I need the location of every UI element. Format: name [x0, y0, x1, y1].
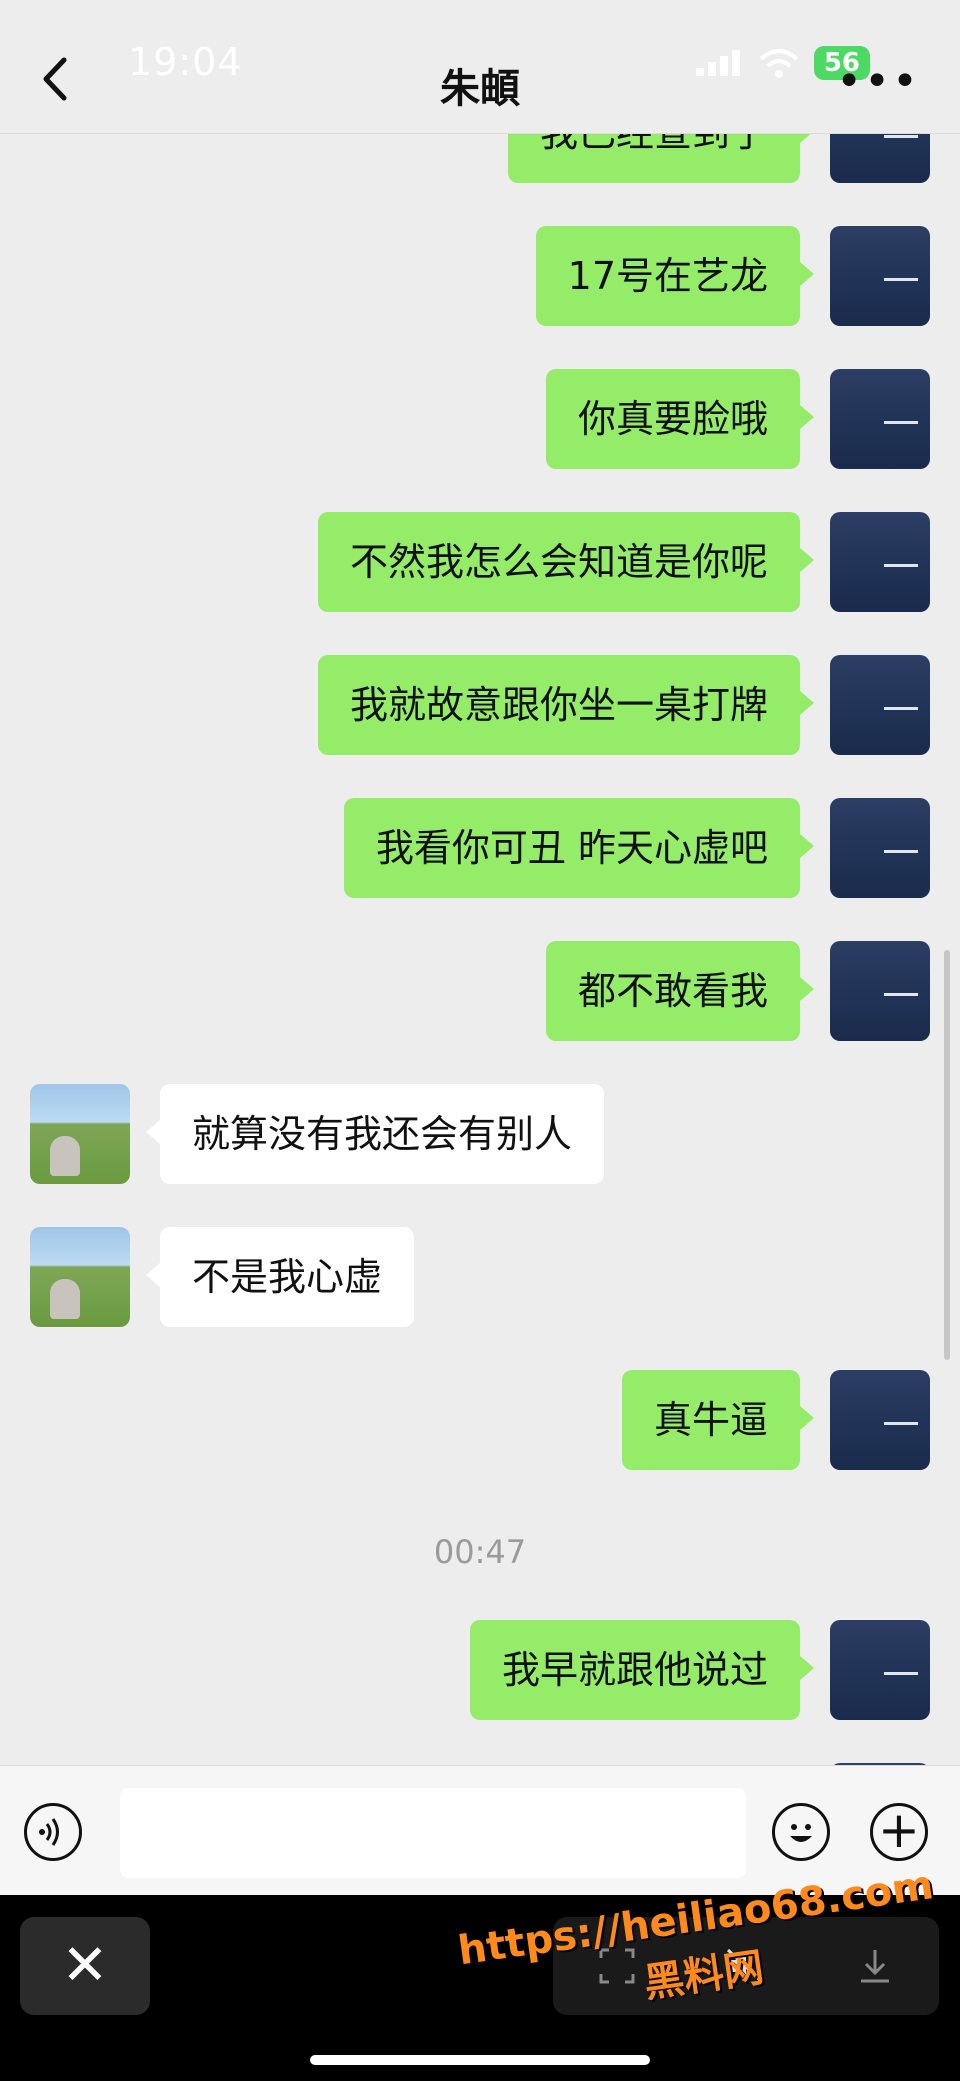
home-indicator[interactable] [310, 2055, 650, 2065]
contact-avatar[interactable] [30, 1084, 130, 1184]
message-timestamp: 00:47 [433, 1533, 527, 1571]
message-row: 我看你可丑 昨天心虚吧 [0, 798, 960, 898]
message-bubble[interactable]: 都不敢看我 [545, 941, 815, 1041]
close-button[interactable]: ✕ [20, 1917, 150, 2015]
message-bubble[interactable]: 真牛逼 [621, 1370, 815, 1470]
more-functions-button[interactable]: + [870, 1803, 928, 1861]
message-row: 我早就跟他说过 [0, 1620, 960, 1720]
message-row: 我就故意跟你坐一桌打牌 [0, 655, 960, 755]
my-avatar[interactable] [830, 1620, 930, 1720]
my-avatar[interactable] [830, 655, 930, 755]
my-avatar[interactable] [830, 512, 930, 612]
my-avatar[interactable] [830, 369, 930, 469]
input-bar: + [0, 1765, 960, 1896]
my-avatar[interactable] [830, 798, 930, 898]
message-row: 就算没有我还会有别人 [0, 1084, 960, 1184]
emoji-button[interactable] [772, 1803, 830, 1861]
message-bubble[interactable]: 不是我心虚 [145, 1227, 415, 1327]
message-bubble[interactable]: 我看你可丑 昨天心虚吧 [343, 798, 815, 898]
wifi-icon [759, 49, 799, 78]
message-row: 都不敢看我 [0, 941, 960, 1041]
contact-avatar[interactable] [30, 1227, 130, 1327]
more-options-button[interactable]: ••• [836, 56, 920, 107]
message-row: 真牛逼 [0, 1370, 960, 1470]
message-row: 不然我怎么会知道是你呢 [0, 512, 960, 612]
message-row: 你真要脸哦 [0, 369, 960, 469]
message-row: 17号在艺龙 [0, 226, 960, 326]
my-avatar[interactable] [830, 941, 930, 1041]
chat-area[interactable]: 我已经查到了 17号在艺龙 你真要脸哦 不然我怎么会知道是你呢 我就故意跟你坐一… [0, 0, 960, 1765]
message-bubble[interactable]: 就算没有我还会有别人 [145, 1084, 605, 1184]
message-bubble[interactable]: 我就故意跟你坐一桌打牌 [317, 655, 815, 755]
message-input[interactable] [120, 1788, 746, 1878]
message-bubble[interactable]: 我早就跟他说过 [469, 1620, 815, 1720]
my-avatar[interactable] [830, 226, 930, 326]
scrollbar[interactable] [944, 950, 950, 1360]
voice-input-button[interactable] [24, 1803, 82, 1861]
message-row: 不是我心虚 [0, 1227, 960, 1327]
message-bubble[interactable]: 不然我怎么会知道是你呢 [317, 512, 815, 612]
emoji-icon [790, 1824, 812, 1842]
message-bubble[interactable]: 你真要脸哦 [545, 369, 815, 469]
chat-header: 19:04 朱頔 56 ••• [0, 0, 960, 134]
voice-icon [39, 1818, 59, 1846]
signal-icon [695, 50, 740, 76]
message-bubble[interactable]: 17号在艺龙 [535, 226, 815, 326]
my-avatar[interactable] [830, 1370, 930, 1470]
